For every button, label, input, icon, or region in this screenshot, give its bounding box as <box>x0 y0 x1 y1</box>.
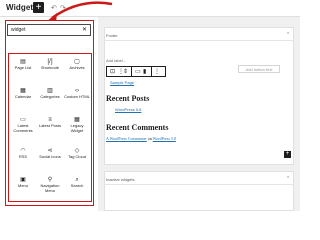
search-block-button[interactable]: Add button text <box>238 65 280 73</box>
block-latest-comments[interactable]: ▭ Latest Comments <box>10 114 36 136</box>
block-label: Calendar <box>14 94 32 99</box>
block-categories[interactable]: ▥ Categories <box>37 85 63 107</box>
block-custom-html[interactable]: ‹› Custom HTML <box>64 85 90 107</box>
recent-post-link[interactable]: WordPress 5.8 <box>115 107 141 112</box>
divider <box>104 40 294 41</box>
block-shortcode[interactable]: [/] Shortcode <box>37 56 63 78</box>
block-label: Menu <box>17 183 28 188</box>
toolbar-divider <box>131 67 132 76</box>
move-arrows-icon[interactable]: ⇕ <box>123 68 128 75</box>
chevron-up-icon[interactable]: ⌃ <box>286 32 290 38</box>
recent-posts-heading: Recent Posts <box>106 94 150 103</box>
chevron-up-icon[interactable]: ⌃ <box>286 176 290 182</box>
block-page-list[interactable]: ▤ Page List <box>10 56 36 78</box>
search-block-icon[interactable]: ⊡ <box>110 68 115 75</box>
align-icon[interactable]: ▮ <box>143 68 146 75</box>
block-label: Shortcode <box>40 65 60 70</box>
options-icon[interactable]: ⋮ <box>154 68 160 75</box>
inactive-widgets-title[interactable]: Inactive widgets <box>106 177 134 182</box>
commenter-link[interactable]: A WordPress Commenter <box>106 136 147 141</box>
block-toolbar: ⊡ ⋮ ⇕ ▭ ▮ ⋮ <box>106 66 166 77</box>
block-tag-cloud[interactable]: ◇ Tag Cloud <box>64 145 90 167</box>
block-search-input[interactable]: widget ✕ <box>7 24 91 36</box>
footer-area-title[interactable]: Footer <box>106 33 118 38</box>
block-label: Latest Comments <box>13 123 33 133</box>
block-legacy-widget[interactable]: ▦ Legacy Widget <box>64 114 90 136</box>
search-block-label-placeholder[interactable]: Add label... <box>106 58 126 63</box>
block-label: RSS <box>18 154 28 159</box>
block-label: Page List <box>14 65 32 70</box>
sample-page-link[interactable]: Sample Page <box>110 80 134 85</box>
block-navigation-menu[interactable]: ⚲ Navigation Menu <box>37 174 63 196</box>
block-label: Legacy Widget <box>70 123 84 133</box>
block-label: Archives <box>69 65 85 70</box>
block-search[interactable]: ⌕ Search <box>64 174 90 196</box>
block-archives[interactable]: ▢ Archives <box>64 56 90 78</box>
search-value[interactable]: widget <box>11 27 25 33</box>
block-label: Custom HTML <box>64 94 90 99</box>
search-settings-icon[interactable]: ▭ <box>135 68 141 75</box>
block-label: Latest Posts <box>38 123 61 128</box>
block-latest-posts[interactable]: ≡ Latest Posts <box>37 114 63 136</box>
recent-comment-item: A WordPress Commenter on WordPress 5.8 <box>106 136 176 141</box>
block-calendar[interactable]: ▦ Calendar <box>10 85 36 107</box>
block-social-icons[interactable]: ⋖ Social Icons <box>37 145 63 167</box>
block-menu[interactable]: ▣ Menu <box>10 174 36 196</box>
comment-post-link[interactable]: WordPress 5.8 <box>153 136 176 141</box>
block-label: Tag Cloud <box>67 154 86 159</box>
block-label: Search <box>70 183 84 188</box>
toolbar-divider <box>151 67 152 76</box>
block-label: Navigation Menu <box>40 183 60 193</box>
recent-comments-heading: Recent Comments <box>106 123 169 132</box>
block-rss[interactable]: ◠ RSS <box>10 145 36 167</box>
add-block-appender[interactable]: + <box>284 151 291 158</box>
close-icon[interactable]: ✕ <box>82 26 87 33</box>
block-label: Categories <box>40 94 60 99</box>
divider <box>104 184 294 185</box>
block-label: Social Icons <box>39 154 61 159</box>
